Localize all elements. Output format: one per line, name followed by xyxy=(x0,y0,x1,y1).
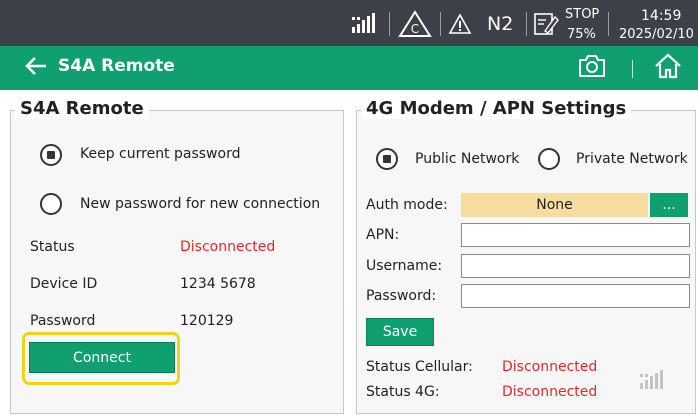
password-label: Password xyxy=(30,313,96,329)
mode-indicator: N2 xyxy=(487,13,514,35)
username-label: Username: xyxy=(366,258,443,274)
new-password-label[interactable]: New password for new connection xyxy=(80,196,320,212)
cellular-signal-icon xyxy=(352,10,382,38)
status-cellular-label: Status Cellular: xyxy=(366,359,473,375)
clock-time: 14:59 xyxy=(641,8,682,24)
connect-button[interactable]: Connect xyxy=(29,342,175,373)
apn-label: APN: xyxy=(366,227,400,243)
new-password-radio[interactable] xyxy=(40,193,62,215)
status-4g-value: Disconnected xyxy=(502,384,598,400)
keep-password-radio[interactable] xyxy=(40,144,62,166)
camera-icon xyxy=(578,54,606,82)
title-bar: S4A Remote xyxy=(0,46,698,90)
modem-apn-legend: 4G Modem / APN Settings xyxy=(361,98,632,119)
status-4g-label: Status 4G: xyxy=(366,384,440,400)
back-button[interactable] xyxy=(24,54,48,82)
c-warning-icon[interactable]: C xyxy=(398,10,432,38)
username-input[interactable] xyxy=(461,254,690,278)
save-button[interactable]: Save xyxy=(366,318,434,346)
apn-input[interactable] xyxy=(461,223,690,247)
page-title: S4A Remote xyxy=(58,56,175,76)
no-signal-icon xyxy=(640,370,666,394)
arrow-left-icon xyxy=(24,56,48,80)
public-network-label[interactable]: Public Network xyxy=(415,151,519,167)
system-status-bar: C N2 STOP 75% 14:59 2025/02/10 xyxy=(0,0,698,46)
password-value: 120129 xyxy=(180,313,234,329)
password-input[interactable] xyxy=(461,284,690,308)
auth-mode-select[interactable]: None xyxy=(461,193,648,217)
device-id-label: Device ID xyxy=(30,276,98,292)
clock-date: 2025/02/10 xyxy=(619,27,694,42)
home-button[interactable] xyxy=(653,53,683,83)
battery-percent: 75% xyxy=(567,27,596,42)
private-network-label[interactable]: Private Network xyxy=(576,151,688,167)
status-cellular-value: Disconnected xyxy=(502,359,598,375)
svg-text:C: C xyxy=(411,22,419,36)
status-value: Disconnected xyxy=(180,239,276,255)
status-label: Status xyxy=(30,239,75,255)
keep-password-label[interactable]: Keep current password xyxy=(80,146,240,162)
auth-mode-more-button[interactable]: ... xyxy=(650,193,688,217)
s4a-remote-legend: S4A Remote xyxy=(15,98,149,119)
home-icon xyxy=(654,53,682,83)
edit-status-icon xyxy=(533,10,559,38)
private-network-radio[interactable] xyxy=(538,148,560,170)
auth-mode-label: Auth mode: xyxy=(366,197,448,213)
warning-icon[interactable] xyxy=(448,10,472,38)
device-id-value: 1234 5678 xyxy=(180,276,256,292)
camera-button[interactable] xyxy=(577,54,607,82)
password-field-label: Password: xyxy=(366,288,437,304)
plc-state: STOP xyxy=(565,7,600,22)
public-network-radio[interactable] xyxy=(376,148,398,170)
